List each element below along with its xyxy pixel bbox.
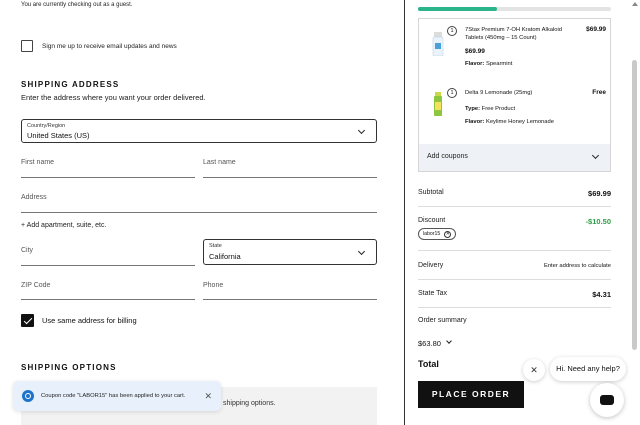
phone-placeholder: Phone: [203, 282, 224, 289]
toast-message: Coupon code "LABOR15" has been applied t…: [41, 393, 186, 399]
order-summary-label: Order summary: [418, 317, 467, 324]
newsletter-label: Sign me up to receive email updates and …: [42, 42, 177, 50]
newsletter-option[interactable]: Sign me up to receive email updates and …: [21, 40, 177, 52]
coupon-toast: Coupon code "LABOR15" has been applied t…: [13, 381, 221, 411]
remove-coupon-icon[interactable]: ✕: [444, 230, 452, 238]
subtotal-row: Subtotal $69.99: [418, 180, 611, 207]
shipping-address-subtitle: Enter the address where you want your or…: [21, 93, 206, 102]
item-price: Free: [592, 89, 606, 96]
type-label: Type:: [465, 106, 481, 112]
discount-label: Discount: [418, 217, 446, 224]
coupon-chip-label: labor15: [423, 231, 441, 237]
item-name: Delta 9 Lemonade (25mg): [465, 90, 533, 96]
chat-launcher-button[interactable]: [590, 383, 624, 417]
chat-icon: [600, 395, 614, 405]
close-icon[interactable]: ✕: [204, 391, 212, 402]
total-label: Total: [418, 359, 439, 369]
attr-value: Keylime Honey Lemonade: [485, 119, 554, 125]
shipping-options-title: SHIPPING OPTIONS: [21, 363, 117, 372]
free-shipping-progress: [418, 7, 611, 11]
chevron-down-icon: [591, 151, 600, 160]
billing-checkbox[interactable]: [21, 314, 34, 327]
country-select[interactable]: Country/Region United States (US): [21, 119, 377, 143]
tax-value: $4.31: [592, 290, 611, 299]
scrollbar-thumb[interactable]: [632, 60, 637, 350]
attr-label: Flavor:: [465, 119, 485, 125]
chat-close-button[interactable]: ✕: [523, 359, 545, 381]
state-label: State: [209, 243, 222, 249]
chevron-down-icon: [357, 247, 366, 256]
zip-field[interactable]: ZIP Code: [21, 280, 195, 300]
chevron-down-icon: [446, 338, 452, 344]
cart-items: 1 7Stax Premium 7-OH Kratom Alkaloid Tab…: [418, 18, 611, 172]
progress-fill: [418, 7, 498, 11]
add-apartment-link[interactable]: + Add apartment, suite, etc.: [21, 222, 106, 229]
address-field[interactable]: Address: [21, 192, 377, 213]
city-field[interactable]: City: [21, 245, 195, 266]
guest-notice: You are currently checking out as a gues…: [21, 2, 133, 8]
discount-value: -$10.50: [585, 217, 611, 226]
tax-row: State Tax $4.31: [418, 280, 611, 308]
billing-label: Use same address for billing: [42, 316, 137, 325]
coupon-chip: labor15 ✕: [418, 228, 457, 240]
item-name: 7Stax Premium 7-OH Kratom Alkaloid Table…: [465, 27, 562, 41]
add-coupons-label: Add coupons: [427, 153, 468, 160]
product-thumbnail: [432, 32, 444, 56]
subtotal-label: Subtotal: [418, 189, 444, 196]
first-name-placeholder: First name: [21, 159, 55, 166]
attr-label: Flavor:: [465, 61, 485, 67]
zip-placeholder: ZIP Code: [21, 282, 51, 289]
country-value: United States (US): [27, 131, 90, 140]
state-select[interactable]: State California: [203, 239, 377, 265]
shipping-options-message: shipping options.: [223, 400, 276, 407]
summary-amount: $63.80: [418, 339, 441, 348]
item-attribute: Flavor: Keylime Honey Lemonade: [465, 119, 554, 125]
add-coupons-toggle[interactable]: Add coupons: [419, 144, 610, 171]
newsletter-checkbox[interactable]: [21, 40, 33, 52]
chat-greeting[interactable]: Hi. Need any help?: [550, 357, 626, 381]
attr-value: Spearmint: [485, 61, 513, 67]
billing-option[interactable]: Use same address for billing: [21, 314, 137, 327]
place-order-button[interactable]: PLACE ORDER: [418, 381, 524, 408]
shipping-address-title: SHIPPING ADDRESS: [21, 80, 120, 89]
state-value: California: [209, 252, 241, 261]
type-value: Free Product: [481, 106, 516, 112]
checkout-form: You are currently checking out as a gues…: [0, 0, 404, 425]
product-thumbnail: [434, 92, 442, 116]
delivery-value: Enter address to calculate: [543, 263, 611, 269]
order-summary-toggle[interactable]: $63.80: [418, 338, 452, 348]
subtotal-value: $69.99: [588, 189, 611, 198]
tax-label: State Tax: [418, 290, 448, 297]
delivery-row: Delivery Enter address to calculate: [418, 250, 611, 280]
item-unit-price: $69.99: [465, 48, 485, 55]
city-placeholder: City: [21, 247, 34, 254]
last-name-placeholder: Last name: [203, 159, 236, 166]
info-icon: [22, 390, 34, 402]
chevron-down-icon: [357, 126, 366, 135]
scroll-up-icon[interactable]: [632, 2, 638, 6]
address-placeholder: Address: [21, 194, 47, 201]
delivery-label: Delivery: [418, 262, 444, 269]
item-type: Type: Free Product: [465, 106, 515, 112]
item-attribute: Flavor: Spearmint: [465, 61, 512, 67]
discount-row: Discount -$10.50 labor15 ✕: [418, 207, 611, 250]
first-name-field[interactable]: First name: [21, 157, 195, 178]
quantity-badge: 1: [447, 26, 457, 36]
item-price: $69.99: [586, 26, 606, 33]
last-name-field[interactable]: Last name: [203, 157, 377, 178]
country-label: Country/Region: [27, 123, 66, 129]
quantity-badge: 1: [447, 88, 457, 98]
phone-field[interactable]: Phone: [203, 280, 377, 300]
